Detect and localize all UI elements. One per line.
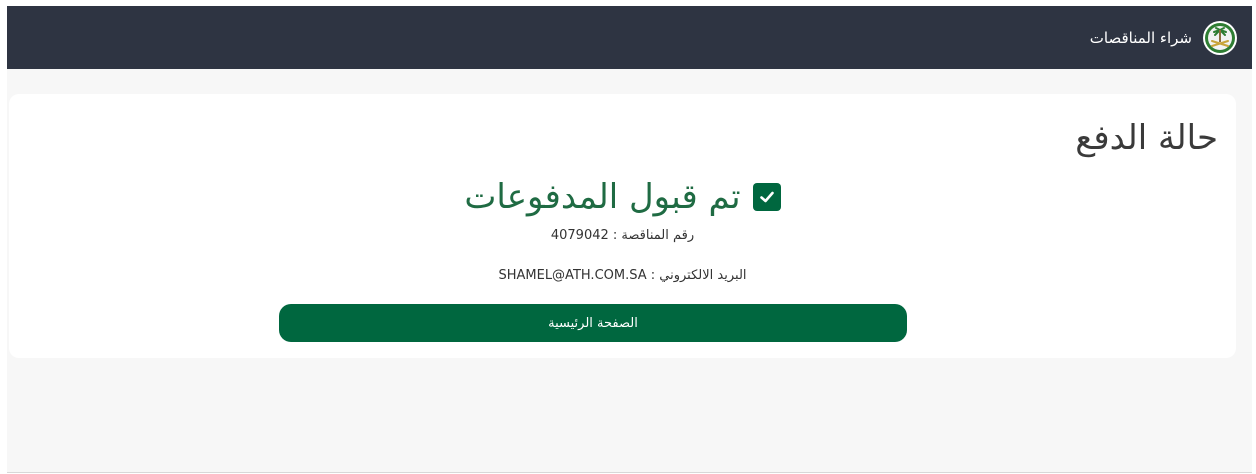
page-title: حالة الدفع [1075, 118, 1218, 158]
email-value: SHAMEL@ATH.COM.SA [498, 268, 647, 283]
payment-accepted-message: تم قبول المدفوعات [464, 177, 741, 217]
email-label: البريد الالكتروني : [650, 268, 747, 283]
payment-status-row: تم قبول المدفوعات [9, 172, 1236, 222]
app-frame: شراء المناقصات حالة الدفع تم قبول المدفو… [7, 6, 1252, 473]
tender-number-label: رقم المناقصة : [612, 228, 695, 243]
payment-status-card: حالة الدفع تم قبول المدفوعات رقم المناقص… [9, 94, 1236, 358]
tender-number-value: 4079042 [550, 228, 609, 243]
email-line: البريد الالكتروني : SHAMEL@ATH.COM.SA [9, 268, 1236, 283]
brand-home-link[interactable]: شراء المناقصات [1090, 19, 1238, 57]
home-page-button[interactable]: الصفحة الرئيسية [279, 304, 907, 342]
tender-number-line: رقم المناقصة : 4079042 [9, 228, 1236, 243]
check-icon [759, 191, 774, 203]
checkbox-checked-icon [752, 183, 781, 211]
palm-swords-emblem-icon [1203, 21, 1237, 55]
top-navbar: شراء المناقصات [7, 6, 1252, 69]
brand-name: شراء المناقصات [1089, 29, 1192, 47]
